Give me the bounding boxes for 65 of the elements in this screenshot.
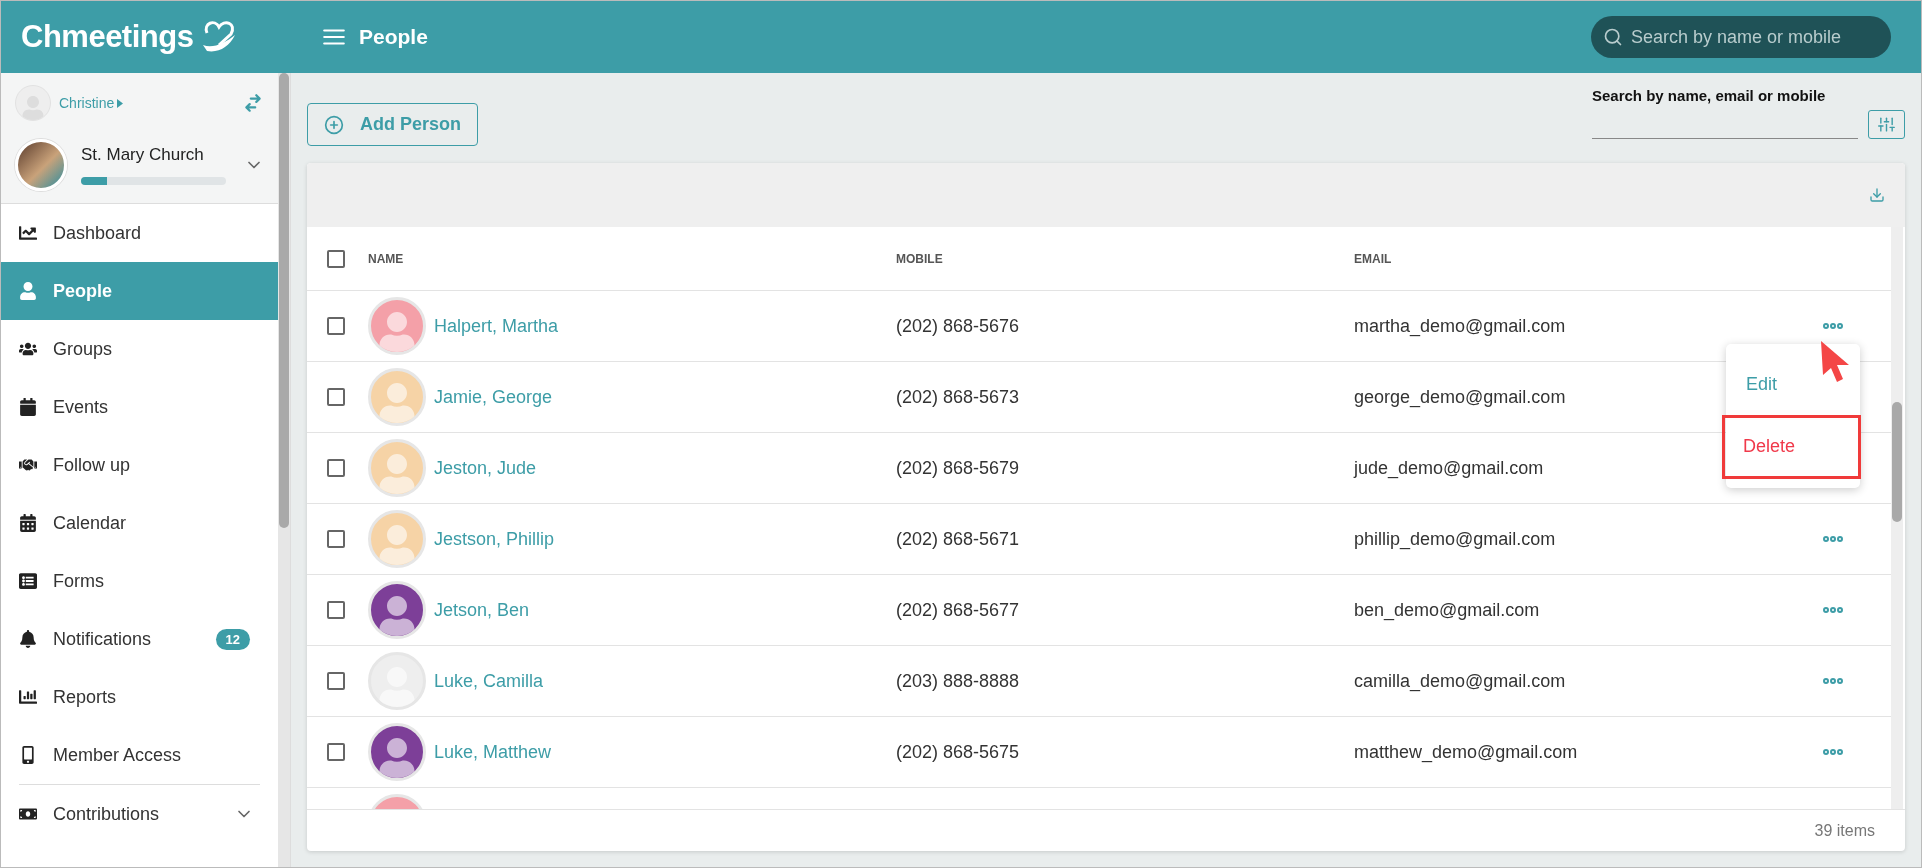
menu-item[interactable]: Edit: [1726, 354, 1860, 416]
photo-placeholder: [15, 139, 67, 191]
table-cell-text: (202) 868-5671: [896, 528, 1021, 550]
nav-icon: [19, 340, 37, 358]
search-field[interactable]: Search by name or mobile: [1629, 25, 1869, 49]
column-header: NAME: [368, 251, 405, 266]
scrollbar[interactable]: [278, 73, 290, 867]
item-count: 39 items: [1814, 821, 1875, 840]
page-title: People: [359, 25, 429, 49]
person-name-link[interactable]: Jetson, Ben: [434, 599, 530, 621]
table-cell-text: martha_demo@gmail.com: [1354, 315, 1567, 337]
column-header: MOBILE: [896, 251, 944, 266]
search-label: Search by name, email or mobile: [1592, 87, 1827, 104]
nav-icon: [19, 514, 37, 532]
nav-icon: [19, 572, 37, 590]
nav-icon: [19, 282, 37, 300]
caret-icon: [117, 99, 124, 108]
user-avatar: [15, 85, 51, 121]
table-cell-text: ben_demo@gmail.com: [1354, 599, 1541, 621]
switch-button[interactable]: [242, 92, 264, 114]
checkbox[interactable]: [327, 601, 345, 619]
filter-button[interactable]: [1868, 110, 1905, 139]
table-cell-text: (203) 888-8888: [896, 670, 1021, 692]
scrollbar[interactable]: [1891, 227, 1903, 809]
add-person-button[interactable]: Add Person: [307, 103, 478, 146]
checkbox[interactable]: [327, 672, 345, 690]
table-cell-text: (202) 868-5677: [896, 599, 1021, 621]
checkbox[interactable]: [327, 530, 345, 548]
church-name: St. Mary Church: [81, 145, 205, 165]
column-header: EMAIL: [1354, 251, 1393, 266]
table-cell-text: (202) 868-5675: [896, 741, 1021, 763]
nav-icon: [19, 398, 37, 416]
count-badge: 12: [215, 628, 250, 650]
table-cell-text: jude_demo@gmail.com: [1354, 457, 1545, 479]
table-cell-text: matthew_demo@gmail.com: [1354, 741, 1579, 763]
nav-icon: [19, 688, 37, 706]
checkbox[interactable]: [327, 388, 345, 406]
user-link[interactable]: Christine: [59, 95, 234, 111]
person-name-link[interactable]: Jeston, Jude: [434, 457, 537, 479]
download-button[interactable]: [1869, 187, 1885, 203]
menu-item[interactable]: Delete: [1723, 416, 1860, 478]
table-cell-text: (202) 868-5676: [896, 315, 1021, 337]
table-cell-text: george_demo@gmail.com: [1354, 386, 1567, 408]
checkbox[interactable]: [327, 317, 345, 335]
checkbox[interactable]: [327, 249, 345, 268]
table-cell-text: camilla_demo@gmail.com: [1354, 670, 1567, 692]
checkbox[interactable]: [327, 459, 345, 477]
table-cell-text: phillip_demo@gmail.com: [1354, 528, 1557, 550]
nav-icon: [19, 746, 37, 764]
logo-text: Chmeetings: [21, 19, 194, 55]
sliders-icon: [1878, 116, 1895, 133]
plus-circle-icon: [324, 114, 344, 135]
person-name-link[interactable]: Luke, Camilla: [434, 670, 544, 692]
search-icon: [1603, 27, 1623, 47]
person-name-link[interactable]: Luke, Matthew: [434, 741, 552, 763]
table-cell-text: (202) 868-5673: [896, 386, 1021, 408]
table-cell-text: (202) 868-5679: [896, 457, 1021, 479]
person-name-link[interactable]: Halpert, Martha: [434, 315, 559, 337]
person-name-link[interactable]: Jamie, George: [434, 386, 553, 408]
person-name-link[interactable]: Jestson, Phillip: [434, 528, 555, 550]
search-bar[interactable]: Search by name or mobile: [1591, 16, 1891, 58]
nav-item[interactable]: People: [1, 262, 278, 320]
nav-icon: [19, 224, 37, 242]
checkbox[interactable]: [327, 743, 345, 761]
nav-icon: [19, 630, 37, 648]
